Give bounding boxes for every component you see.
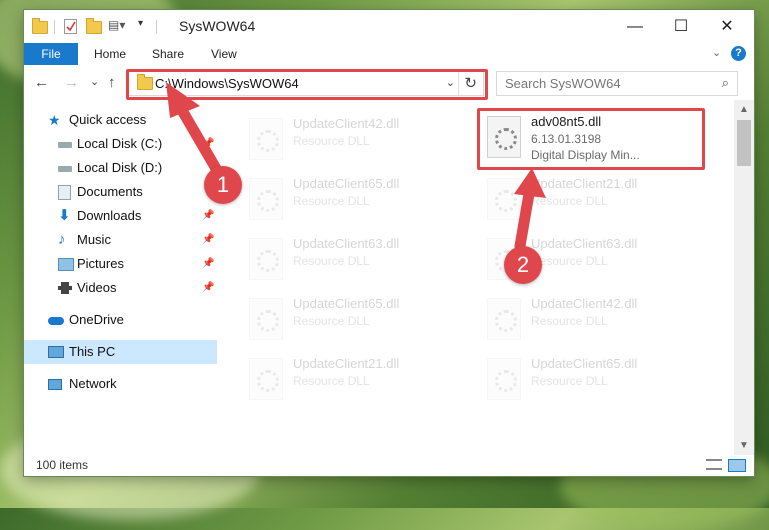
arrow-head-file	[514, 168, 546, 198]
arrow-to-file	[514, 182, 536, 252]
annotation-arrows	[166, 82, 546, 252]
arrow-head-address	[166, 82, 200, 118]
step-marker-1: 1	[204, 166, 242, 204]
step-marker-2: 2	[504, 246, 542, 284]
